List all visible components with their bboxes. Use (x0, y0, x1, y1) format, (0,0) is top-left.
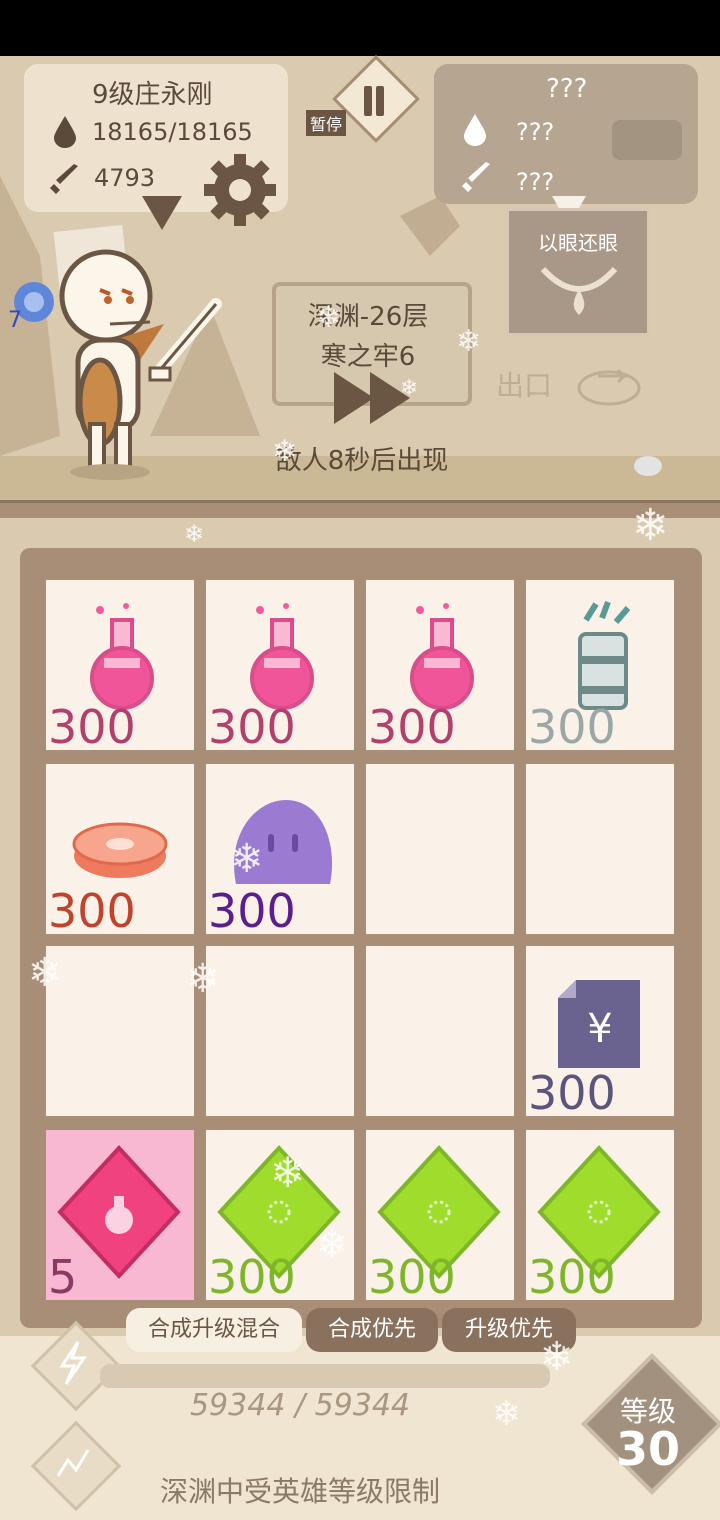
enemy-atk: ??? (516, 168, 555, 196)
grid-cell-selected[interactable]: 5 (46, 1130, 194, 1300)
grid-cell[interactable]: 300 (366, 1130, 514, 1300)
snowflake-icon: ❄ (492, 1394, 521, 1434)
pink-potion-icon (250, 603, 314, 710)
snowflake-icon: ❄ (316, 1222, 348, 1266)
player-hp: 18165/18165 (92, 118, 253, 146)
grid-cell[interactable]: ¥ 300 (526, 946, 674, 1116)
grid-cell-empty[interactable] (206, 946, 354, 1116)
item-count: 300 (528, 1250, 616, 1304)
snowflake-icon: ❄ (632, 500, 669, 551)
snowflake-icon: ❄ (316, 300, 342, 335)
pause-label: 暂停 (306, 110, 347, 136)
enemy-skill-label: 以眼还眼 (538, 231, 618, 255)
enemy-hp: ??? (516, 118, 555, 146)
settings-gear-icon[interactable] (200, 150, 280, 230)
hp-drop-icon (54, 116, 76, 148)
tab-merge-upgrade-mix[interactable]: 合成升级混合 (126, 1308, 302, 1352)
enemy-skill-card[interactable]: 以眼还眼 (506, 208, 650, 336)
snowflake-icon: ❄ (270, 1148, 306, 1197)
lightning-icon (59, 1341, 87, 1385)
item-count: 300 (48, 700, 136, 754)
snowflake-icon: ❄ (230, 836, 264, 882)
stage-floor: 深渊-26层 (307, 302, 429, 332)
item-count: 300 (368, 1250, 456, 1304)
merge-mode-tabs: 合成升级混合 合成优先 升级优先 (0, 1308, 720, 1352)
enemy-sword-icon (462, 162, 490, 192)
player-atk: 4793 (94, 164, 156, 192)
status-bar (0, 0, 720, 56)
svg-text:¥: ¥ (587, 1006, 612, 1052)
grid-cell-empty[interactable] (526, 764, 674, 934)
grid-cell[interactable]: 300 (366, 580, 514, 750)
eye-tear-icon (540, 266, 618, 315)
enemy-slot (612, 120, 682, 160)
item-count: 300 (48, 884, 136, 938)
snowflake-icon: ❄ (540, 1334, 574, 1380)
pause-icon (360, 86, 388, 116)
grid-cell-empty[interactable] (366, 764, 514, 934)
enemy-hp-drop-icon (464, 114, 486, 146)
tab-merge-first[interactable]: 合成优先 (306, 1308, 438, 1352)
enemy-name: ??? (546, 74, 588, 104)
pink-potion-icon (90, 603, 154, 710)
item-count: 300 (528, 1066, 616, 1120)
xp-text: 59344 / 59344 (189, 1388, 411, 1423)
grid-cell[interactable]: 300 (206, 764, 354, 934)
item-count: 300 (208, 884, 296, 938)
item-count: 300 (368, 700, 456, 754)
snowflake-icon: ❄ (272, 434, 298, 469)
item-count: 300 (208, 700, 296, 754)
level-value: 30 (615, 1422, 680, 1476)
xp-bar (100, 1364, 550, 1388)
level-limit-text: 深渊中受英雄等级限制 (159, 1475, 440, 1508)
yen-document-icon: ¥ (558, 980, 640, 1068)
item-count: 300 (208, 1250, 296, 1304)
grid-cell[interactable]: 300 (526, 1130, 674, 1300)
pink-potion-icon (410, 603, 474, 710)
grid-cell[interactable]: 300 (46, 764, 194, 934)
snowflake-icon: ❄ (456, 324, 482, 359)
grid-cell[interactable]: 300 (206, 580, 354, 750)
grid-cell-empty[interactable] (366, 946, 514, 1116)
snowflake-icon: ❄ (184, 520, 205, 548)
grid-cell[interactable]: 300 (46, 580, 194, 750)
player-name: 9级庄永刚 (92, 80, 213, 110)
grid-cell-empty[interactable] (46, 946, 194, 1116)
sword-icon (50, 164, 78, 194)
grid-cell[interactable]: 300 (526, 580, 674, 750)
hero-character (52, 223, 222, 480)
enemy-panel: ??? ??? ??? (434, 64, 698, 204)
exit-label: 出口 (496, 369, 553, 402)
item-count: 300 (528, 700, 616, 754)
buff-count: 7 (8, 308, 22, 333)
snowflake-icon: ❄ (186, 956, 220, 1002)
exit-arrow-icon (577, 368, 641, 406)
item-count: 5 (48, 1250, 78, 1304)
zigzag-icon (56, 1449, 90, 1477)
snowflake-icon: ❄ (400, 376, 419, 401)
hero-level-badge[interactable]: 等级 30 (581, 1353, 720, 1495)
snowflake-icon: ❄ (28, 950, 62, 996)
meat-steak-icon (72, 822, 168, 878)
